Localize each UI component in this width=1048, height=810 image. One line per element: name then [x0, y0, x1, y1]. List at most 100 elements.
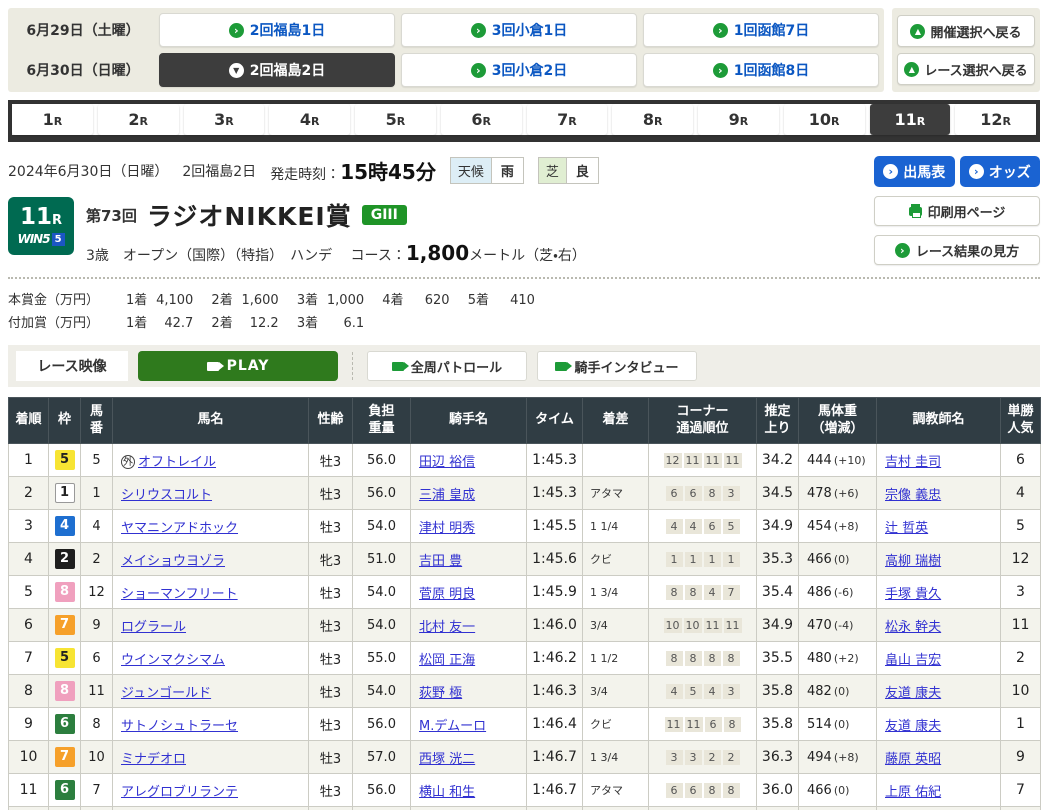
race-tab-12r[interactable]: 12R: [955, 104, 1036, 135]
horse-name-link[interactable]: ジュンゴールド: [121, 686, 211, 701]
race-tab-1r[interactable]: 1R: [12, 104, 93, 135]
finish-position-cell: 12: [9, 807, 49, 810]
trainer-name-link[interactable]: 上原 佑紀: [885, 785, 941, 800]
meeting-button-fukushima2-selected[interactable]: ▼ 2回福島2日: [159, 53, 395, 87]
horse-name-cell: シリウスコルト: [113, 477, 309, 510]
horse-weight-cell: 470(-4): [799, 609, 877, 642]
time-cell: 1:46.7: [527, 741, 583, 774]
race-tab-7r[interactable]: 7R: [527, 104, 608, 135]
trainer-name-link[interactable]: 辻 哲英: [885, 521, 928, 536]
result-row: 9 6 8 サトノシュトラーセ 牡3 56.0 M.デムーロ 1:46.4 クビ…: [9, 708, 1041, 741]
horse-name-link[interactable]: オフトレイル: [138, 455, 216, 470]
jockey-name-link[interactable]: 三浦 皇成: [419, 488, 475, 503]
race-tab-8r[interactable]: 8R: [612, 104, 693, 135]
results-guide-button[interactable]: › レース結果の見方: [874, 235, 1040, 265]
meeting-button-fukushima1[interactable]: › 2回福島1日: [159, 13, 395, 47]
trainer-name-link[interactable]: 友道 康夫: [885, 719, 941, 734]
result-row: 12 3 3 セットアップ 牡3 58.0 戸崎 圭太 1:47.2 3 222…: [9, 807, 1041, 810]
trainer-name-link[interactable]: 高柳 瑞樹: [885, 554, 941, 569]
jockey-cell: 田辺 裕信: [411, 444, 527, 477]
trainer-cell: 上原 佑紀: [877, 774, 1001, 807]
print-page-button[interactable]: 印刷用ページ: [874, 196, 1040, 226]
finish-position-cell: 1: [9, 444, 49, 477]
meeting-button-kokura1[interactable]: › 3回小倉1日: [401, 13, 637, 47]
column-header: 調教師名: [877, 398, 1001, 444]
horse-name-link[interactable]: サトノシュトラーセ: [121, 719, 238, 734]
race-tab-11r[interactable]: 11R: [870, 104, 951, 135]
corner-position: 7: [723, 585, 740, 600]
horse-name-cell: メイショウヨゾラ: [113, 543, 309, 576]
horse-name-link[interactable]: ショーマンフリート: [121, 587, 238, 602]
jockey-name-link[interactable]: 横山 和生: [419, 785, 475, 800]
jockey-name-link[interactable]: 荻野 極: [419, 686, 462, 701]
race-tab-10r[interactable]: 10R: [784, 104, 865, 135]
horse-name-link[interactable]: ヤマニンアドホック: [121, 521, 238, 536]
horse-weight-change: (+8): [834, 520, 859, 533]
race-tab-2r[interactable]: 2R: [98, 104, 179, 135]
popularity-cell: 11: [1001, 609, 1041, 642]
corner-positions-cell: 8847: [649, 576, 757, 609]
race-tab-3r[interactable]: 3R: [184, 104, 265, 135]
time-cell: 1:46.3: [527, 675, 583, 708]
trainer-name-link[interactable]: 畠山 吉宏: [885, 653, 941, 668]
chevron-right-circle-icon: ›: [895, 243, 910, 258]
jockey-name-link[interactable]: 津村 明秀: [419, 521, 475, 536]
frame-number-badge: 2: [55, 549, 75, 569]
odds-button[interactable]: › オッズ: [960, 156, 1041, 187]
race-tab-6r[interactable]: 6R: [441, 104, 522, 135]
frame-number-badge: 1: [55, 483, 75, 503]
carried-weight-cell: 58.0: [353, 807, 411, 810]
horse-weight-value: 482: [807, 684, 832, 699]
corner-position: 8: [723, 651, 740, 666]
meeting-button-hakodate7[interactable]: › 1回函館7日: [643, 13, 879, 47]
horse-name-link[interactable]: ミナデオロ: [121, 752, 186, 767]
back-to-race-select-button[interactable]: ▲ レース選択へ戻る: [897, 53, 1035, 85]
carried-weight-cell: 57.0: [353, 741, 411, 774]
horse-name-link[interactable]: ログラール: [121, 620, 186, 635]
jockey-interview-button[interactable]: 騎手インタビュー: [537, 351, 697, 381]
trainer-name-link[interactable]: 宗像 義忠: [885, 488, 941, 503]
last-3f-cell: 36.8: [757, 807, 799, 810]
trainer-name-link[interactable]: 手塚 貴久: [885, 587, 941, 602]
race-tab-5r[interactable]: 5R: [355, 104, 436, 135]
frame-cell: 8: [49, 675, 81, 708]
patrol-video-button[interactable]: 全周パトロール: [367, 351, 527, 381]
corner-position: 11: [724, 618, 742, 633]
jockey-name-link[interactable]: M.デムーロ: [419, 719, 486, 734]
jockey-name-link[interactable]: 西塚 洸二: [419, 752, 475, 767]
jockey-cell: 三浦 皇成: [411, 477, 527, 510]
trainer-name-link[interactable]: 松永 幹夫: [885, 620, 941, 635]
horse-name-link[interactable]: シリウスコルト: [121, 488, 212, 503]
trainer-name-link[interactable]: 藤原 英昭: [885, 752, 941, 767]
jockey-name-link[interactable]: 北村 友一: [419, 620, 475, 635]
meeting-button-hakodate8[interactable]: › 1回函館8日: [643, 53, 879, 87]
time-cell: 1:45.9: [527, 576, 583, 609]
back-to-kaisai-button[interactable]: ▲ 開催選択へ戻る: [897, 15, 1035, 47]
grade-badge: GIII: [362, 205, 407, 225]
patrol-button-label: 全周パトロール: [411, 357, 502, 376]
jockey-name-link[interactable]: 菅原 明良: [419, 587, 475, 602]
meeting-button-kokura2[interactable]: › 3回小倉2日: [401, 53, 637, 87]
play-button[interactable]: PLAY: [138, 351, 338, 381]
jockey-name-link[interactable]: 田辺 裕信: [419, 455, 475, 470]
horse-weight-change: (-4): [834, 619, 854, 632]
finish-position-cell: 2: [9, 477, 49, 510]
weather-badge: 天候 雨: [450, 157, 524, 184]
column-header: 推定 上り: [757, 398, 799, 444]
race-tab-4r[interactable]: 4R: [269, 104, 350, 135]
jockey-name-link[interactable]: 吉田 豊: [419, 554, 462, 569]
corner-positions-cell: 4543: [649, 675, 757, 708]
horse-name-link[interactable]: ウインマクシマム: [121, 653, 225, 668]
weather-label: 天候: [451, 158, 491, 183]
popularity-cell: 2: [1001, 642, 1041, 675]
shutsuba-button[interactable]: › 出馬表: [874, 156, 955, 187]
race-tab-9r[interactable]: 9R: [698, 104, 779, 135]
jockey-name-link[interactable]: 松岡 正海: [419, 653, 475, 668]
result-row: 3 4 4 ヤマニンアドホック 牡3 54.0 津村 明秀 1:45.5 1 1…: [9, 510, 1041, 543]
corner-position: 11: [665, 717, 683, 732]
horse-name-link[interactable]: メイショウヨゾラ: [121, 554, 225, 569]
trainer-name-link[interactable]: 友道 康夫: [885, 686, 941, 701]
horse-name-link[interactable]: アレグロブリランテ: [121, 785, 238, 800]
trainer-name-link[interactable]: 吉村 圭司: [885, 455, 941, 470]
jockey-cell: M.デムーロ: [411, 708, 527, 741]
